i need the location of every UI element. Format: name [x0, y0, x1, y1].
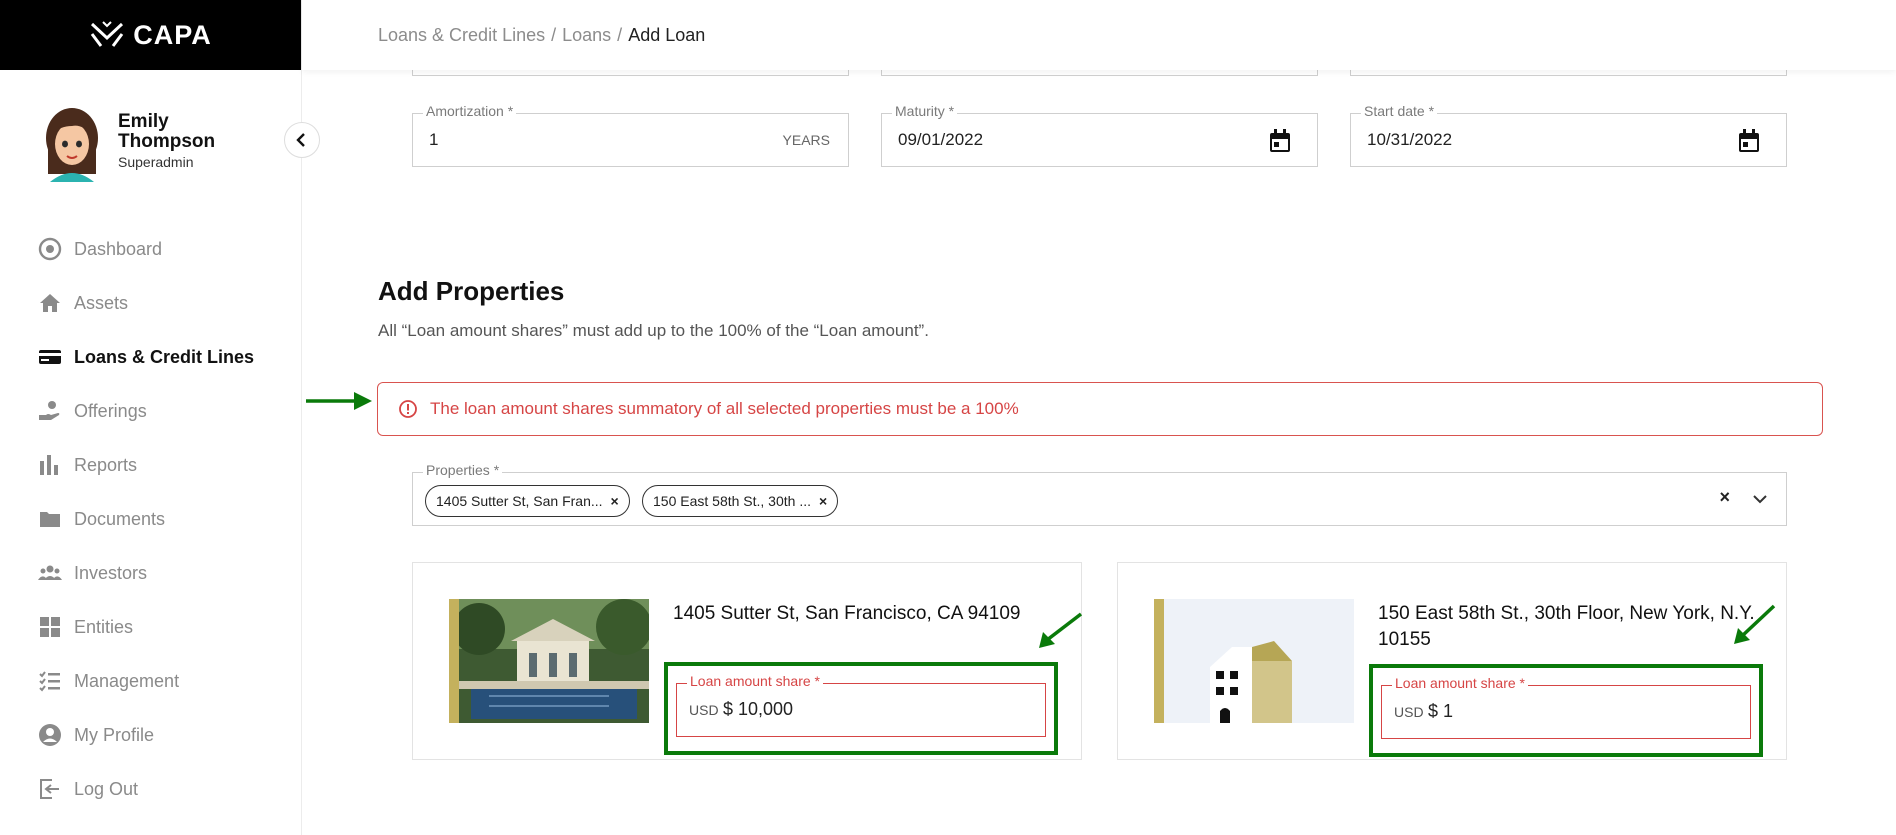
chevron-down-icon[interactable] — [1750, 489, 1770, 509]
amortization-value: 1 — [429, 130, 439, 149]
breadcrumb-loans[interactable]: Loans — [562, 25, 611, 46]
collapse-sidebar-button[interactable] — [284, 122, 320, 158]
sidebar-item-reports[interactable]: Reports — [0, 438, 302, 492]
highlight-box: Loan amount share * USD $ 10,000 — [664, 662, 1058, 755]
capa-logo-icon — [91, 21, 124, 47]
sidebar-item-my-profile[interactable]: My Profile — [0, 708, 302, 762]
user-first-name: Emily — [118, 111, 169, 132]
property-card: 150 East 58th St., 30th Floor, New York,… — [1117, 562, 1787, 760]
sidebar-nav: Dashboard Assets Loans & Credit Lines Offer… — [0, 222, 302, 816]
home-icon — [38, 291, 62, 315]
sidebar-item-offerings[interactable]: Offerings — [0, 384, 302, 438]
sidebar-item-log-out[interactable]: Log Out — [0, 762, 302, 816]
sidebar-item-label: Dashboard — [74, 238, 163, 259]
sidebar: CAPA Emily Thompson Superadmin Dashboard… — [0, 0, 302, 835]
user-role: Superadmin — [118, 154, 194, 170]
grid-icon — [38, 615, 62, 639]
start-date-label: Start date * — [1361, 103, 1438, 119]
property-placeholder-image — [1154, 599, 1354, 723]
loan-amount-share-label: Loan amount share * — [687, 673, 823, 689]
section-description: All “Loan amount shares” must add up to … — [378, 321, 929, 340]
breadcrumb-current: Add Loan — [628, 24, 706, 45]
loan-amount-share-value: $ 10,000 — [723, 699, 794, 719]
properties-select[interactable]: Properties * 1405 Sutter St, San Fran...… — [412, 462, 1787, 526]
user-circle-icon — [38, 723, 62, 747]
sidebar-item-label: Documents — [74, 508, 166, 529]
loan-amount-share-label: Loan amount share * — [1392, 675, 1528, 691]
sidebar-item-loans-and-credit-lines[interactable]: Loans & Credit Lines — [0, 330, 302, 384]
user-profile: Emily Thompson Superadmin — [40, 106, 215, 182]
property-image — [449, 599, 649, 723]
properties-label: Properties * — [423, 462, 503, 478]
property-title: 1405 Sutter St, San Francisco, CA 94109 — [673, 603, 1021, 624]
dashboard-icon — [38, 237, 62, 261]
sidebar-item-label: Investors — [74, 562, 148, 583]
sidebar-item-label: Management — [74, 670, 180, 691]
start-date-value: 10/31/2022 — [1367, 130, 1453, 149]
sidebar-item-label: Offerings — [74, 400, 147, 421]
folder-icon — [38, 507, 62, 531]
chip-label: 150 East 58th St., 30th ... — [653, 493, 811, 509]
error-alert: The loan amount shares summatory of all … — [377, 382, 1823, 436]
error-icon — [399, 400, 417, 418]
loan-amount-share-input[interactable]: Loan amount share * USD $ 10,000 — [676, 673, 1046, 737]
sidebar-item-label: Entities — [74, 616, 134, 637]
property-title: 150 East 58th St., 30th Floor, New York,… — [1378, 603, 1755, 650]
chevron-left-icon — [296, 133, 305, 147]
logout-icon — [38, 777, 62, 801]
sidebar-item-label: Log Out — [74, 778, 139, 799]
calendar-icon[interactable] — [1269, 129, 1291, 153]
maturity-field[interactable]: Maturity * 09/01/2022 — [881, 103, 1318, 167]
bar-chart-icon — [38, 453, 62, 477]
property-chip[interactable]: 150 East 58th St., 30th ... × — [642, 485, 839, 517]
sidebar-item-management[interactable]: Management — [0, 654, 302, 708]
sidebar-item-dashboard[interactable]: Dashboard — [0, 222, 302, 276]
breadcrumb-separator: / — [617, 24, 623, 45]
sidebar-item-assets[interactable]: Assets — [0, 276, 302, 330]
sidebar-item-entities[interactable]: Entities — [0, 600, 302, 654]
sidebar-item-label: Assets — [74, 292, 129, 313]
maturity-label: Maturity * — [892, 103, 958, 119]
loan-amount-share-input[interactable]: Loan amount share * USD $ 1 — [1381, 675, 1751, 739]
remove-chip-icon[interactable]: × — [611, 493, 619, 509]
chip-label: 1405 Sutter St, San Fran... — [436, 493, 603, 509]
property-chip[interactable]: 1405 Sutter St, San Fran... × — [425, 485, 630, 517]
user-last-name: Thompson — [118, 131, 216, 152]
avatar — [46, 108, 98, 182]
currency-label: USD — [689, 702, 719, 718]
amortization-suffix: YEARS — [782, 132, 830, 148]
sidebar-item-label: Reports — [74, 454, 138, 475]
sidebar-item-investors[interactable]: Investors — [0, 546, 302, 600]
amortization-field[interactable]: Amortization * 1 YEARS — [412, 103, 849, 167]
clear-all-icon[interactable]: × — [1719, 487, 1730, 508]
highlight-box: Loan amount share * USD $ 1 — [1369, 664, 1763, 757]
remove-chip-icon[interactable]: × — [819, 493, 827, 509]
breadcrumb: Loans & Credit Lines / Loans / Add Loan — [302, 0, 1896, 70]
main-content: Amortization * 1 YEARS Maturity * 09/01/… — [302, 0, 1896, 835]
sidebar-item-documents[interactable]: Documents — [0, 492, 302, 546]
logo[interactable]: CAPA — [0, 0, 301, 70]
hand-money-icon — [38, 399, 62, 423]
annotation-arrow-icon — [1734, 604, 1776, 644]
users-icon — [38, 561, 62, 585]
sidebar-item-label: My Profile — [74, 724, 155, 745]
start-date-field[interactable]: Start date * 10/31/2022 — [1350, 103, 1787, 167]
annotation-arrow-icon — [306, 392, 372, 410]
property-card: 1405 Sutter St, San Francisco, CA 94109 … — [412, 562, 1082, 760]
error-message: The loan amount shares summatory of all … — [430, 399, 1019, 418]
sidebar-item-label: Loans & Credit Lines — [74, 346, 255, 367]
loan-amount-share-value: $ 1 — [1428, 701, 1454, 721]
brand-name: CAPA — [133, 19, 212, 50]
credit-card-icon — [38, 345, 62, 369]
checklist-icon — [38, 669, 62, 693]
annotation-arrow-icon — [1039, 612, 1083, 648]
currency-label: USD — [1394, 704, 1424, 720]
maturity-value: 09/01/2022 — [898, 130, 984, 149]
breadcrumb-separator: / — [551, 24, 557, 45]
calendar-icon[interactable] — [1738, 129, 1760, 153]
section-title: Add Properties — [378, 276, 565, 306]
amortization-label: Amortization * — [423, 103, 517, 119]
breadcrumb-loans-credit-lines[interactable]: Loans & Credit Lines — [378, 25, 545, 46]
